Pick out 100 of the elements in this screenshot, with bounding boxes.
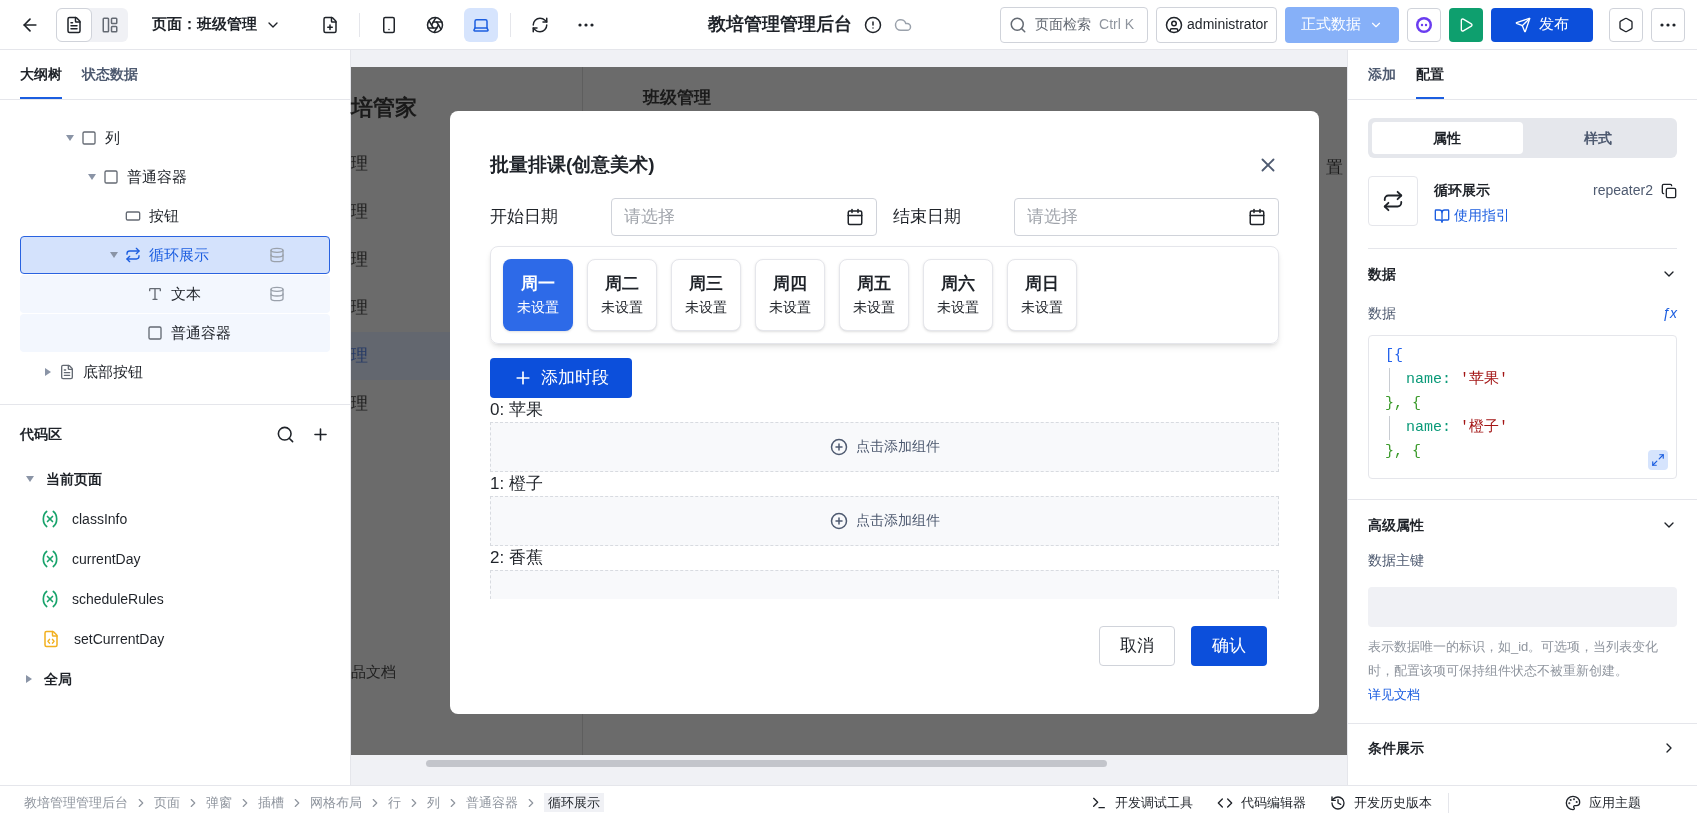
brand-name: 培管家 bbox=[351, 94, 418, 122]
item-label: 1: 橙子 bbox=[490, 472, 544, 495]
outline-item[interactable]: 普通容器 bbox=[20, 158, 330, 196]
outline-item[interactable]: 循环展示 bbox=[20, 236, 330, 274]
new-page-icon bbox=[321, 15, 339, 34]
add-slot-button[interactable]: 添加时段 bbox=[490, 357, 632, 398]
field-label: 数据主键 bbox=[1368, 551, 1425, 570]
page-selector[interactable]: 页面：班级管理 bbox=[152, 13, 281, 36]
view-mode-button[interactable] bbox=[56, 7, 92, 42]
expanded-caret-icon[interactable] bbox=[110, 252, 118, 258]
book-icon bbox=[1434, 207, 1450, 224]
panel-tab[interactable]: 添加 bbox=[1368, 64, 1396, 99]
code-item[interactable]: classInfo bbox=[0, 499, 350, 539]
weekday-button[interactable]: 周一 未设置 bbox=[503, 258, 573, 331]
section-header[interactable]: 高级属性 bbox=[1368, 500, 1677, 550]
run-button[interactable] bbox=[1449, 7, 1483, 42]
outline-item[interactable]: 按钮 bbox=[20, 197, 330, 235]
field-label: 数据 bbox=[1368, 303, 1397, 323]
container-icon bbox=[103, 169, 119, 185]
search-field[interactable]: 页面检索 Ctrl K bbox=[1000, 6, 1149, 43]
variable-icon bbox=[40, 509, 60, 529]
outline-item[interactable]: 列 bbox=[20, 119, 330, 157]
code-item[interactable]: setCurrentDay bbox=[0, 619, 350, 659]
code-editor[interactable]: [{ name: '苹果' }, { name: '橙子' }, { bbox=[1368, 335, 1677, 479]
variable-icon bbox=[40, 549, 60, 569]
expand-icon[interactable] bbox=[1651, 453, 1665, 467]
variable-icon bbox=[40, 589, 60, 609]
robot-icon bbox=[1414, 14, 1434, 35]
weekday-button[interactable]: 周四 未设置 bbox=[755, 258, 825, 331]
guide-link[interactable]: 使用指引 bbox=[1434, 205, 1677, 226]
settings-button[interactable] bbox=[1609, 7, 1643, 42]
collapsed-caret-icon[interactable] bbox=[45, 368, 51, 376]
outline-label: 普通容器 bbox=[127, 166, 187, 187]
outline-item[interactable]: 普通容器 bbox=[20, 314, 330, 352]
alert-icon[interactable] bbox=[864, 15, 883, 34]
section-title: 代码区 bbox=[20, 424, 63, 444]
panel-tab[interactable]: 大纲树 bbox=[20, 64, 62, 99]
weekday-button[interactable]: 周三 未设置 bbox=[671, 258, 741, 331]
segment-tab[interactable]: 样式 bbox=[1522, 122, 1673, 154]
dev-tool-button[interactable]: 代码编辑器 bbox=[1217, 792, 1306, 813]
app-title: 教培管理管理后台 bbox=[708, 13, 853, 36]
page-title: 班级管理 bbox=[643, 87, 712, 109]
database-icon bbox=[269, 286, 285, 302]
segment-tab[interactable]: 属性 bbox=[1372, 122, 1523, 154]
item-label: 2: 香蕉 bbox=[490, 546, 544, 569]
expanded-caret-icon[interactable] bbox=[66, 135, 74, 141]
copy-icon[interactable] bbox=[1661, 182, 1677, 199]
settings-icon bbox=[1618, 16, 1634, 33]
outline-label: 文本 bbox=[171, 283, 201, 304]
weekday-button[interactable]: 周日 未设置 bbox=[1007, 258, 1077, 331]
component-id: repeater2 bbox=[1593, 181, 1653, 200]
panel-tab[interactable]: 配置 bbox=[1416, 64, 1444, 99]
formula-button[interactable]: ƒx bbox=[1662, 302, 1677, 324]
drop-zone[interactable]: 点击添加组件 bbox=[490, 495, 1279, 546]
code-item[interactable]: scheduleRules bbox=[0, 579, 350, 619]
modal-title: 批量排课(创意美术) bbox=[490, 153, 656, 177]
outline-item[interactable]: 文本 bbox=[20, 275, 330, 313]
section-header[interactable]: 数据 bbox=[1368, 249, 1677, 299]
outline-label: 循环展示 bbox=[149, 244, 209, 265]
confirm-button[interactable]: 确认 bbox=[1191, 625, 1267, 666]
section-header[interactable]: 条件展示 bbox=[1348, 728, 1697, 768]
palette-icon bbox=[1565, 794, 1581, 811]
assistant-button[interactable] bbox=[1407, 7, 1441, 42]
expanded-caret-icon[interactable] bbox=[88, 174, 96, 180]
weekday-button[interactable]: 周五 未设置 bbox=[839, 258, 909, 331]
button-icon bbox=[125, 208, 141, 224]
code-group[interactable]: 全局 bbox=[0, 659, 350, 699]
horizontal-scrollbar[interactable] bbox=[426, 760, 1107, 767]
weekday-button[interactable]: 周二 未设置 bbox=[587, 258, 657, 331]
document-icon bbox=[65, 15, 83, 34]
aperture-icon bbox=[426, 15, 444, 34]
component-name: 循环展示 bbox=[1434, 181, 1491, 200]
collapsed-caret-icon[interactable] bbox=[26, 675, 32, 683]
user-button[interactable]: administrator bbox=[1156, 6, 1277, 43]
search-icon[interactable] bbox=[276, 424, 295, 444]
repeater-icon bbox=[125, 247, 141, 263]
field-label: 开始日期 bbox=[490, 205, 559, 228]
code-group[interactable]: 当前页面 bbox=[0, 459, 350, 499]
docs-link[interactable]: 详见文档 bbox=[1368, 687, 1420, 702]
dev-tool-button[interactable]: 开发调试工具 bbox=[1091, 792, 1193, 813]
laptop-button[interactable] bbox=[464, 7, 498, 42]
refresh-icon bbox=[531, 15, 549, 34]
expanded-caret-icon[interactable] bbox=[26, 476, 34, 482]
item-label: 0: 苹果 bbox=[490, 398, 544, 421]
weekday-button[interactable]: 周六 未设置 bbox=[923, 258, 993, 331]
outline-label: 普通容器 bbox=[171, 322, 231, 343]
publish-button[interactable]: 发布 bbox=[1491, 7, 1593, 42]
cancel-button[interactable]: 取消 bbox=[1099, 625, 1175, 666]
calendar-icon bbox=[1248, 207, 1266, 226]
dev-tool-button[interactable]: 开发历史版本 bbox=[1330, 792, 1432, 813]
outline-label: 底部按钮 bbox=[83, 361, 143, 382]
panel-tab[interactable]: 状态数据 bbox=[82, 64, 138, 99]
more-icon bbox=[578, 22, 594, 27]
breadcrumb-item[interactable]: 循环展示 bbox=[544, 792, 604, 813]
more-button[interactable] bbox=[1651, 7, 1685, 42]
code-item[interactable]: currentDay bbox=[0, 539, 350, 579]
theme-button[interactable]: 应用主题 bbox=[1565, 792, 1641, 813]
outline-item[interactable]: 底部按钮 bbox=[20, 353, 330, 391]
drop-zone[interactable]: 点击添加组件 bbox=[490, 421, 1279, 472]
shortcut-hint: Ctrl K bbox=[1099, 15, 1135, 34]
